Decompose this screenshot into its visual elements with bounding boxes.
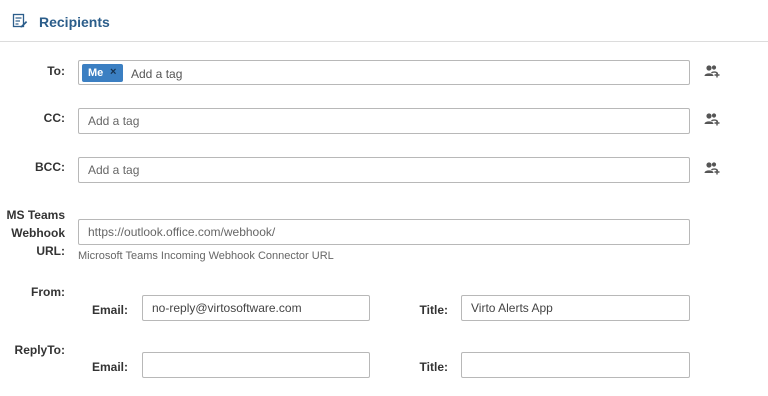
to-tag-field[interactable]: Me ×: [78, 60, 690, 85]
replyto-title-label: Title:: [419, 360, 448, 374]
replyto-email-label: Email:: [91, 360, 128, 374]
cc-tag-input[interactable]: [78, 108, 690, 134]
tag-label: Me: [88, 67, 104, 79]
bcc-tag-input[interactable]: [78, 157, 690, 183]
to-tag-input[interactable]: [129, 63, 673, 85]
section-title: Recipients: [39, 14, 110, 30]
address-book-icon[interactable]: [704, 64, 720, 78]
address-book-icon[interactable]: [704, 161, 720, 175]
from-email-input[interactable]: [142, 295, 370, 321]
from-email-label: Email:: [91, 303, 128, 317]
section-header: Recipients: [0, 0, 768, 42]
tag-remove-icon[interactable]: ×: [110, 66, 116, 78]
teams-label-line-1: MS Teams: [6, 208, 65, 222]
recipients-panel: Recipients To: Me × CC: BCC: MS Teams W: [0, 0, 768, 396]
address-book-icon[interactable]: [704, 112, 720, 126]
replyto-label: ReplyTo:: [14, 343, 65, 357]
to-label: To:: [47, 64, 65, 78]
teams-label-line-3: URL:: [36, 244, 65, 258]
teams-webhook-input[interactable]: [78, 219, 690, 245]
from-title-input[interactable]: [461, 295, 690, 321]
tag-me: Me ×: [82, 64, 123, 82]
replyto-title-input[interactable]: [461, 352, 690, 378]
teams-label-line-2: Webhook: [11, 226, 65, 240]
from-title-label: Title:: [419, 303, 448, 317]
bcc-label: BCC:: [35, 160, 65, 174]
edit-list-icon: [12, 13, 28, 28]
from-label: From:: [31, 285, 65, 299]
cc-label: CC:: [43, 111, 65, 125]
replyto-email-input[interactable]: [142, 352, 370, 378]
teams-webhook-hint: Microsoft Teams Incoming Webhook Connect…: [78, 250, 334, 262]
